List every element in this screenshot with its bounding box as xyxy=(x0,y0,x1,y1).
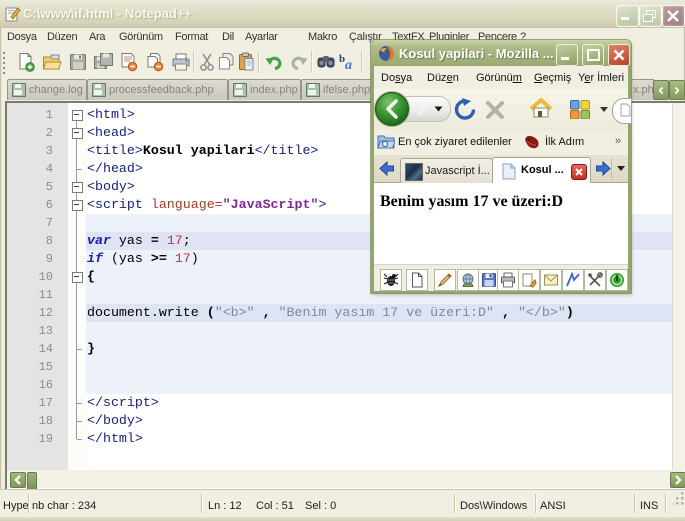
svg-text:a: a xyxy=(345,58,352,72)
